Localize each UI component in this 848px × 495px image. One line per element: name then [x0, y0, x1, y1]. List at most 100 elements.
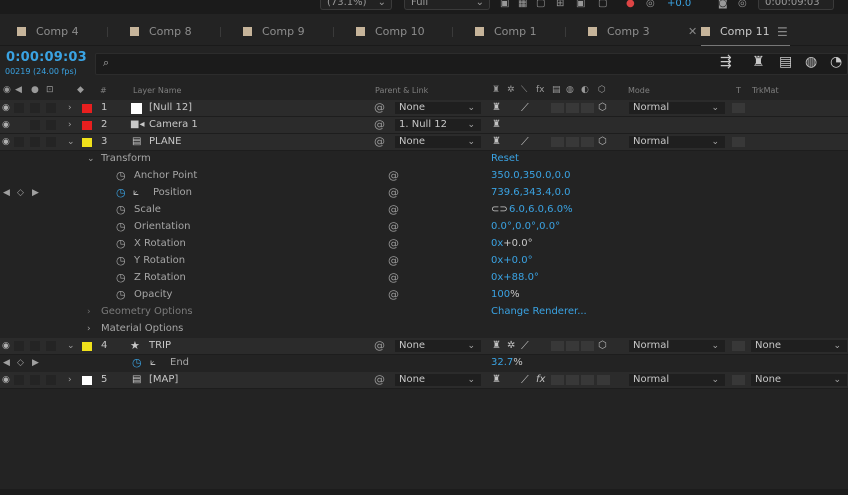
prev-keyframe-icon[interactable]: ◀ [3, 185, 10, 201]
3d-layer-toggle[interactable] [597, 375, 610, 385]
pick-whip-icon[interactable]: @ [388, 270, 399, 286]
motion-blur-toggle[interactable] [566, 137, 579, 147]
lock-column-icon[interactable]: ⊡ [46, 85, 54, 95]
stopwatch-icon[interactable]: ◷ [116, 219, 126, 235]
pick-whip-icon[interactable]: @ [374, 372, 385, 388]
orientation-value[interactable]: 0.0°,0.0°,0.0° [491, 219, 560, 235]
layer-name[interactable]: TRIP [149, 338, 171, 354]
motion-blur-toggle[interactable] [566, 375, 579, 385]
stopwatch-icon[interactable]: ◷ [116, 168, 126, 184]
z-rotation-row[interactable]: ◷ Z Rotation @ 0x+88.0° [0, 270, 848, 287]
layer-row-trip[interactable]: ◉ ⌄ 4 ★ TRIP @ None ⌄ ♜ ✲ ⟋ ⬡ Normal ⌄ Non… [0, 338, 848, 355]
preserve-transparency-toggle[interactable] [732, 103, 745, 113]
graph-editor-icon[interactable]: ◔ [830, 54, 842, 70]
adjustment-toggle[interactable] [581, 375, 594, 385]
layer-row-camera-1[interactable]: ◉ › 2 ■◂ Camera 1 @ 1. Null 12 ⌄ ♜ [0, 117, 848, 134]
parent-column[interactable]: Parent & Link [375, 86, 428, 95]
label-color-swatch[interactable] [82, 121, 92, 130]
next-keyframe-icon[interactable]: ▶ [32, 185, 39, 201]
grid-icon[interactable]: ▣ [576, 0, 585, 9]
add-keyframe-icon[interactable]: ◇ [17, 185, 24, 201]
frame-blend-toggle[interactable] [551, 341, 564, 351]
visibility-eye-icon[interactable]: ◉ [2, 338, 10, 354]
visibility-eye-icon[interactable]: ◉ [2, 134, 10, 150]
stopwatch-icon[interactable]: ◷ [132, 355, 142, 371]
stopwatch-icon[interactable]: ◷ [116, 253, 126, 269]
lock-toggle[interactable] [46, 103, 56, 113]
quality-switch-icon[interactable]: ⟋ [521, 372, 529, 388]
tab-comp-10[interactable]: Comp 10 [356, 23, 425, 41]
lock-toggle[interactable] [46, 341, 56, 351]
y-rotation-row[interactable]: ◷ Y Rotation @ 0x+0.0° [0, 253, 848, 270]
label-color-swatch[interactable] [82, 104, 92, 113]
label-color-swatch[interactable] [82, 138, 92, 147]
position-value[interactable]: 739.6,343.4,0.0 [491, 185, 571, 201]
tab-comp-11[interactable]: Comp 11 [701, 23, 790, 46]
visibility-eye-icon[interactable]: ◉ [2, 372, 10, 388]
3d-layer-icon[interactable]: ⬡ [598, 100, 607, 116]
graph-icon[interactable]: ⟀ [133, 185, 139, 201]
solo-toggle[interactable] [30, 120, 40, 130]
chevron-right-icon[interactable]: › [68, 117, 72, 133]
quality-switch-icon[interactable]: ⟋ [521, 100, 529, 116]
layer-row-map[interactable]: ◉ › 5 ▤ [MAP] @ None ⌄ ♜ ⟋ fx Normal ⌄ Non… [0, 372, 848, 389]
audio-toggle[interactable] [14, 137, 24, 147]
adjustment-toggle[interactable] [581, 137, 594, 147]
lock-toggle[interactable] [46, 375, 56, 385]
comp-flowchart-icon[interactable]: ⇶ [720, 54, 732, 70]
motion-blur-toggle[interactable] [566, 341, 579, 351]
number-column[interactable]: # [100, 86, 107, 95]
anchor-point-row[interactable]: ◷ Anchor Point @ 350.0,350.0,0.0 [0, 168, 848, 185]
frame-blend-toggle[interactable] [551, 137, 564, 147]
tab-comp-3[interactable]: Comp 3 [588, 23, 650, 41]
audio-column-icon[interactable]: ◀ [15, 85, 22, 95]
chevron-right-icon[interactable]: › [68, 100, 72, 116]
region-icon[interactable]: ▣ [500, 0, 509, 9]
preserve-transparency-column[interactable]: T [736, 86, 741, 95]
resolution-dropdown[interactable]: Full ⌄ [404, 0, 490, 10]
viewer-timecode[interactable]: 0:00:09:03 [758, 0, 834, 10]
pick-whip-icon[interactable]: @ [388, 253, 399, 269]
mode-column[interactable]: Mode [628, 86, 650, 95]
show-snapshot-icon[interactable]: ◎ [738, 0, 747, 9]
pick-whip-icon[interactable]: @ [374, 117, 385, 133]
blend-mode-dropdown[interactable]: Normal ⌄ [628, 339, 726, 353]
preserve-transparency-toggle[interactable] [732, 341, 745, 351]
label-column-icon[interactable]: ◆ [77, 85, 84, 95]
collapse-switch-icon[interactable]: ✲ [507, 338, 515, 354]
motion-blur-toggle[interactable] [566, 103, 579, 113]
current-time[interactable]: 0:00:09:03 [6, 50, 87, 65]
chevron-right-icon[interactable]: › [68, 372, 72, 388]
anchor-point-value[interactable]: 350.0,350.0,0.0 [491, 168, 571, 184]
solo-toggle[interactable] [30, 137, 40, 147]
scale-row[interactable]: ◷ Scale @ ⊂⊃ 6.0,6.0,6.0% [0, 202, 848, 219]
material-options-row[interactable]: › Material Options [0, 321, 848, 338]
constrain-proportions-icon[interactable]: ⊂⊃ [491, 202, 508, 218]
effects-switch-icon[interactable]: fx [536, 372, 545, 388]
motion-blur-icon[interactable]: ◍ [805, 54, 817, 70]
parent-dropdown[interactable]: None ⌄ [394, 339, 482, 353]
layer-name[interactable]: [Null 12] [149, 100, 192, 116]
frame-blend-toggle[interactable] [551, 375, 564, 385]
pick-whip-icon[interactable]: @ [388, 236, 399, 252]
shy-switch-icon[interactable]: ♜ [492, 338, 501, 354]
chevron-down-icon[interactable]: ⌄ [67, 134, 75, 150]
blend-mode-dropdown[interactable]: Normal ⌄ [628, 135, 726, 149]
chevron-down-icon[interactable]: ⌄ [67, 338, 75, 354]
layer-row-plane[interactable]: ◉ ⌄ 3 ▤ PLANE @ None ⌄ ♜ ⟋ ⬡ Normal ⌄ [0, 134, 848, 151]
chevron-right-icon[interactable]: › [87, 304, 91, 320]
solo-toggle[interactable] [30, 103, 40, 113]
z-rotation-value[interactable]: 0x+88.0° [491, 270, 539, 286]
solo-column-icon[interactable]: ● [31, 85, 39, 95]
pick-whip-icon[interactable]: @ [388, 168, 399, 184]
add-keyframe-icon[interactable]: ◇ [17, 355, 24, 371]
visibility-eye-icon[interactable]: ◉ [2, 100, 10, 116]
adjustment-toggle[interactable] [581, 103, 594, 113]
mask-icon[interactable]: ▢ [536, 0, 545, 9]
blend-mode-dropdown[interactable]: Normal ⌄ [628, 373, 726, 387]
graph-icon[interactable]: ⟀ [150, 355, 156, 371]
chevron-down-icon[interactable]: ⌄ [87, 151, 95, 167]
prev-keyframe-icon[interactable]: ◀ [3, 355, 10, 371]
preserve-transparency-toggle[interactable] [732, 137, 745, 147]
pick-whip-icon[interactable]: @ [388, 202, 399, 218]
